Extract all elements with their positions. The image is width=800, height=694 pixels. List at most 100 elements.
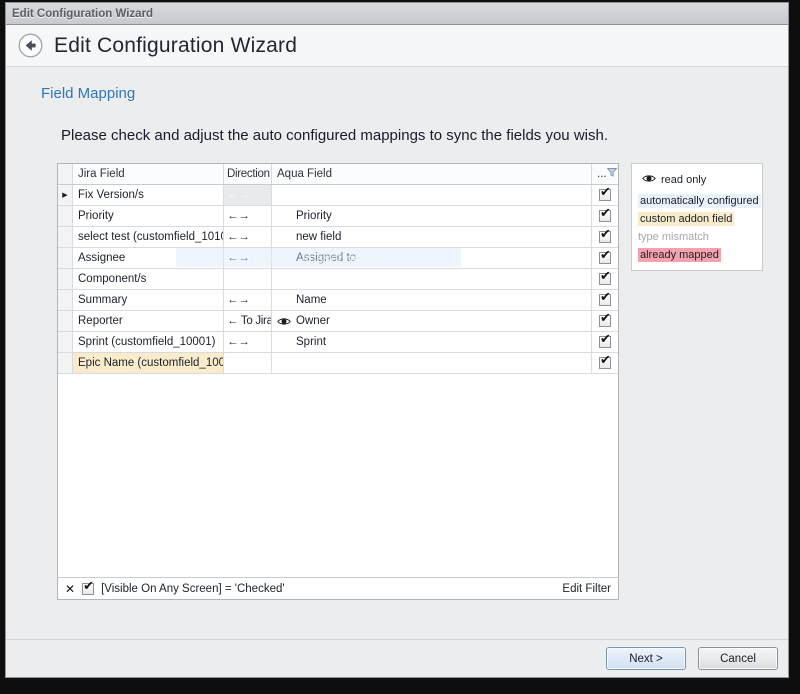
window-titlebar[interactable]: Edit Configuration Wizard	[6, 3, 788, 25]
aqua-field-value: Name	[296, 294, 327, 306]
row-checkbox[interactable]	[599, 357, 611, 369]
jira-field-cell[interactable]: Sprint (customfield_10001)	[73, 332, 224, 353]
section-heading: Field Mapping	[41, 85, 135, 102]
row-selector-cell[interactable]	[58, 248, 73, 269]
aqua-field-value: Assigned to	[296, 252, 356, 264]
direction-cell[interactable]: ←→	[224, 332, 272, 353]
row-checkbox[interactable]	[599, 231, 611, 243]
column-header-direction[interactable]: Direction	[224, 164, 272, 184]
header-selector-cell	[58, 164, 73, 184]
filter-panel: ✕ [Visible On Any Screen] = 'Checked' Ed…	[58, 577, 618, 599]
row-checkbox[interactable]	[599, 294, 611, 306]
direction-cell[interactable]: ←→	[224, 227, 272, 248]
row-selector-cell[interactable]	[58, 206, 73, 227]
visible-checkbox-cell	[592, 206, 618, 227]
legend-box: read only automatically configured custo…	[631, 163, 763, 271]
visible-checkbox-cell	[592, 227, 618, 248]
direction-cell[interactable]: ←→	[224, 206, 272, 227]
footer-bar: Next > Cancel	[6, 639, 788, 677]
aqua-field-cell[interactable]: Priority	[272, 206, 592, 227]
aqua-field-cell[interactable]: Name	[272, 290, 592, 311]
direction-cell[interactable]: ←→	[224, 185, 272, 206]
window-title: Edit Configuration Wizard	[12, 8, 153, 20]
visible-checkbox-cell	[592, 311, 618, 332]
table-row[interactable]: Component/s	[58, 269, 618, 290]
row-selector-cell[interactable]	[58, 332, 73, 353]
visible-checkbox-cell	[592, 248, 618, 269]
table-row[interactable]: Reporter← To Jira Owner	[58, 311, 618, 332]
table-row[interactable]: select test (customfield_10100)←→ new fie…	[58, 227, 618, 248]
aqua-field-cell[interactable]: Owner	[272, 311, 592, 332]
grid-header-row: Jira Field Direction Aqua Field ...	[58, 164, 618, 185]
row-checkbox[interactable]	[599, 210, 611, 222]
direction-cell[interactable]	[224, 269, 272, 290]
table-row[interactable]: ▶ Fix Version/s←→	[58, 185, 618, 206]
row-selector-cell[interactable]: ▶	[58, 185, 73, 206]
filter-expression[interactable]: [Visible On Any Screen] = 'Checked'	[101, 583, 285, 595]
filter-close-icon[interactable]: ✕	[65, 583, 75, 595]
jira-field-cell[interactable]: Fix Version/s	[73, 185, 224, 206]
row-checkbox[interactable]	[599, 189, 611, 201]
direction-cell[interactable]: ← To Jira	[224, 311, 272, 332]
row-checkbox[interactable]	[599, 315, 611, 327]
page-title: Edit Configuration Wizard	[54, 34, 297, 58]
edit-filter-button[interactable]: Edit Filter	[562, 583, 611, 595]
visible-checkbox-cell	[592, 353, 618, 374]
legend-item-type-mismatch: type mismatch	[638, 228, 757, 246]
field-mapping-grid: Jira Field Direction Aqua Field ... ▶ Fix…	[57, 163, 619, 600]
table-row[interactable]: Epic Name (customfield_10004)	[58, 353, 618, 374]
table-row[interactable]: Assignee←→ Assigned to	[58, 248, 618, 269]
row-selector-cell[interactable]	[58, 311, 73, 332]
aqua-field-cell[interactable]: new field	[272, 227, 592, 248]
screenshot-stage: Edit Configuration Wizard Edit Configura…	[0, 0, 800, 694]
jira-field-cell[interactable]: select test (customfield_10100)	[73, 227, 224, 248]
back-arrow-icon	[18, 33, 43, 58]
column-header-aqua-field[interactable]: Aqua Field	[272, 164, 592, 184]
grid-empty-area	[58, 374, 618, 577]
aqua-field-cell[interactable]	[272, 353, 592, 374]
aqua-field-value: Owner	[296, 315, 330, 327]
jira-field-cell[interactable]: Assignee	[73, 248, 224, 269]
cancel-button[interactable]: Cancel	[698, 647, 778, 670]
row-selector-cell[interactable]	[58, 290, 73, 311]
aqua-field-cell[interactable]	[272, 185, 592, 206]
jira-field-cell[interactable]: Epic Name (customfield_10004)	[73, 353, 224, 374]
column-header-options[interactable]: ...	[592, 164, 618, 184]
direction-cell[interactable]	[224, 353, 272, 374]
next-button[interactable]: Next >	[606, 647, 686, 670]
aqua-field-cell[interactable]	[272, 269, 592, 290]
aqua-field-value: Sprint	[296, 336, 326, 348]
aqua-field-cell[interactable]: Assigned to	[272, 248, 592, 269]
back-button[interactable]	[18, 33, 43, 58]
jira-field-cell[interactable]: Reporter	[73, 311, 224, 332]
column-header-jira-field[interactable]: Jira Field	[73, 164, 224, 184]
instruction-text: Please check and adjust the auto configu…	[61, 127, 608, 144]
current-row-marker: ▶	[62, 192, 67, 199]
visible-checkbox-cell	[592, 290, 618, 311]
legend-item-read-only: read only	[638, 171, 757, 189]
filter-funnel-icon[interactable]	[607, 168, 617, 180]
legend-item-custom-addon: custom addon field	[638, 210, 757, 228]
row-selector-cell[interactable]	[58, 353, 73, 374]
aqua-field-value: new field	[296, 231, 341, 243]
direction-cell[interactable]: ←→	[224, 290, 272, 311]
jira-field-cell[interactable]: Summary	[73, 290, 224, 311]
row-selector-cell[interactable]	[58, 269, 73, 290]
row-checkbox[interactable]	[599, 273, 611, 285]
legend-item-already-mapped: already mapped	[638, 246, 757, 264]
direction-cell[interactable]: ←→	[224, 248, 272, 269]
aqua-field-cell[interactable]: Sprint	[272, 332, 592, 353]
eye-icon	[277, 317, 291, 329]
table-row[interactable]: Sprint (customfield_10001)←→ Sprint	[58, 332, 618, 353]
eye-icon	[642, 171, 656, 189]
column-header-dots: ...	[597, 168, 607, 180]
jira-field-cell[interactable]: Priority	[73, 206, 224, 227]
table-row[interactable]: Summary←→ Name	[58, 290, 618, 311]
table-row[interactable]: Priority←→Priority	[58, 206, 618, 227]
visible-checkbox-cell	[592, 332, 618, 353]
filter-enabled-checkbox[interactable]	[82, 583, 94, 595]
row-selector-cell[interactable]	[58, 227, 73, 248]
jira-field-cell[interactable]: Component/s	[73, 269, 224, 290]
row-checkbox[interactable]	[599, 252, 611, 264]
row-checkbox[interactable]	[599, 336, 611, 348]
